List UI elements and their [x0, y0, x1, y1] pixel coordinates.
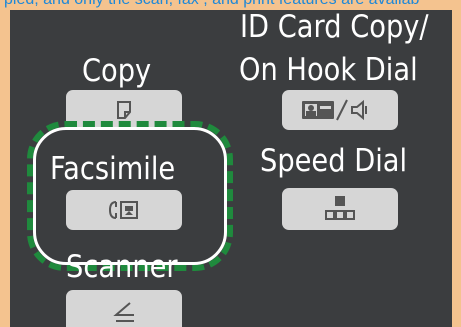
id-card-copy-button[interactable] [282, 90, 398, 130]
top-strip-text: pied, and only the scan, fax , and print… [4, 0, 419, 9]
id-card-copy-label: ID Card Copy/ [240, 10, 429, 45]
speed-dial-label: Speed Dial [260, 143, 408, 179]
scanner-label: Scanner [66, 249, 178, 285]
id-card-on-hook-icon [300, 98, 380, 122]
top-text-strip: pied, and only the scan, fax , and print… [0, 0, 461, 10]
speed-dial-button[interactable] [282, 188, 398, 230]
speed-dial-icon [325, 195, 355, 223]
copy-icon [114, 99, 134, 121]
control-panel: Copy ID Card Copy/ On Hook Dial Facsimil… [10, 10, 452, 327]
scanner-button[interactable] [66, 290, 182, 327]
facsimile-label: Facsimile [50, 151, 176, 187]
facsimile-button[interactable] [66, 190, 182, 230]
facsimile-icon [107, 199, 141, 221]
scanner-icon [112, 299, 136, 325]
copy-label: Copy [82, 53, 152, 89]
on-hook-dial-label: On Hook Dial [239, 52, 418, 88]
